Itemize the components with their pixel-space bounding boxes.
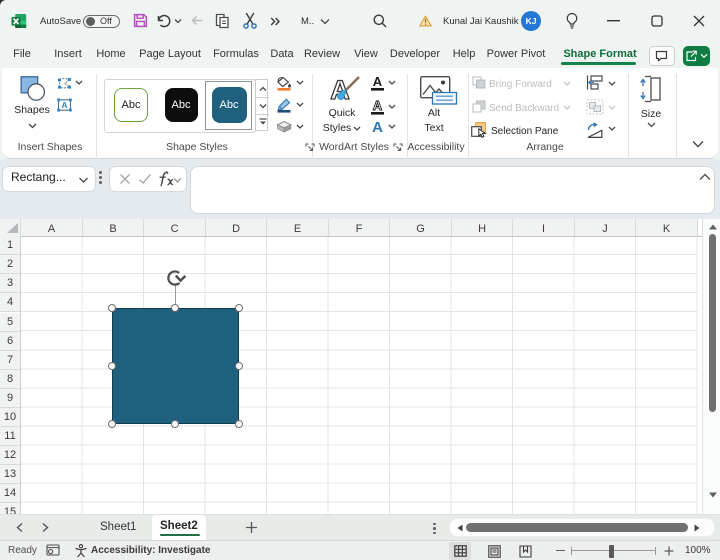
svg-text:A: A — [372, 119, 383, 135]
svg-text:A: A — [373, 75, 383, 89]
svg-text:A: A — [61, 100, 67, 110]
svg-text:A: A — [373, 99, 383, 113]
